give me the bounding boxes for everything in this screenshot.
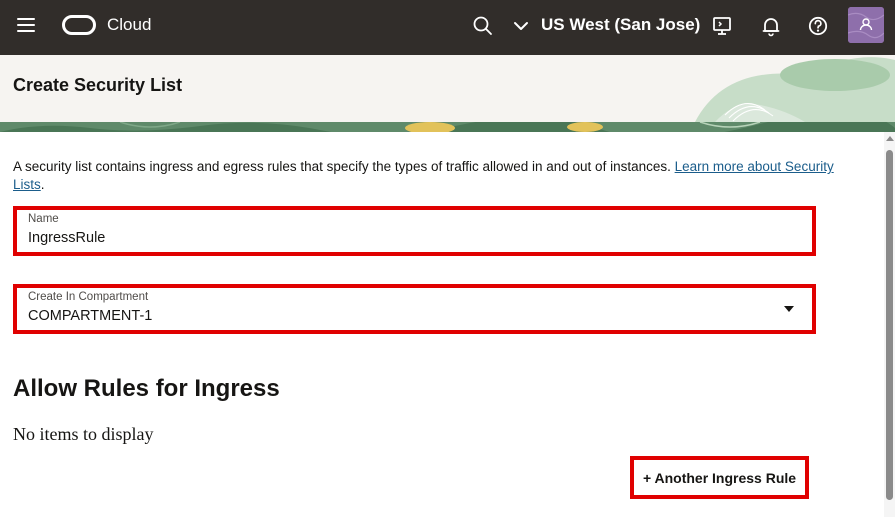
add-ingress-rule-button[interactable]: + Another Ingress Rule	[630, 456, 809, 499]
name-field[interactable]: Name IngressRule	[13, 206, 816, 256]
menu-icon[interactable]	[17, 18, 35, 32]
intro-text: A security list contains ingress and egr…	[13, 158, 843, 194]
page-title: Create Security List	[13, 75, 183, 95]
vertical-scrollbar[interactable]	[884, 132, 895, 517]
decorative-banner-strip	[0, 122, 895, 132]
compartment-select[interactable]: Create In Compartment COMPARTMENT-1	[13, 284, 816, 334]
scrollbar-thumb[interactable]	[886, 150, 893, 500]
compartment-value[interactable]: COMPARTMENT-1	[28, 308, 152, 324]
search-icon[interactable]	[472, 15, 494, 37]
name-label: Name	[28, 213, 59, 225]
empty-list-message: No items to display	[13, 424, 154, 444]
intro-description: A security list contains ingress and egr…	[13, 159, 675, 174]
scroll-up-arrow-icon[interactable]	[886, 136, 894, 141]
user-profile-icon	[848, 7, 884, 43]
chevron-down-icon[interactable]	[512, 17, 530, 35]
oracle-logo[interactable]	[62, 15, 96, 35]
brand-label[interactable]: Cloud	[107, 15, 151, 35]
bell-icon[interactable]	[760, 15, 782, 37]
intro-end: .	[40, 177, 45, 192]
ingress-section-title: Allow Rules for Ingress	[13, 375, 280, 402]
region-selector[interactable]: US West (San Jose)	[541, 15, 700, 35]
name-input[interactable]: IngressRule	[28, 230, 105, 246]
decorative-header-illustration	[695, 57, 895, 122]
top-navigation-bar: Cloud US West (San Jose)	[0, 0, 895, 55]
compartment-label: Create In Compartment	[28, 291, 149, 303]
user-avatar[interactable]	[848, 7, 884, 43]
create-security-list-form: A security list contains ingress and egr…	[0, 132, 884, 517]
dropdown-caret-icon[interactable]	[784, 306, 794, 312]
page-header: Create Security List	[0, 55, 895, 122]
help-icon[interactable]	[807, 15, 829, 37]
cloud-shell-icon[interactable]	[711, 15, 733, 37]
